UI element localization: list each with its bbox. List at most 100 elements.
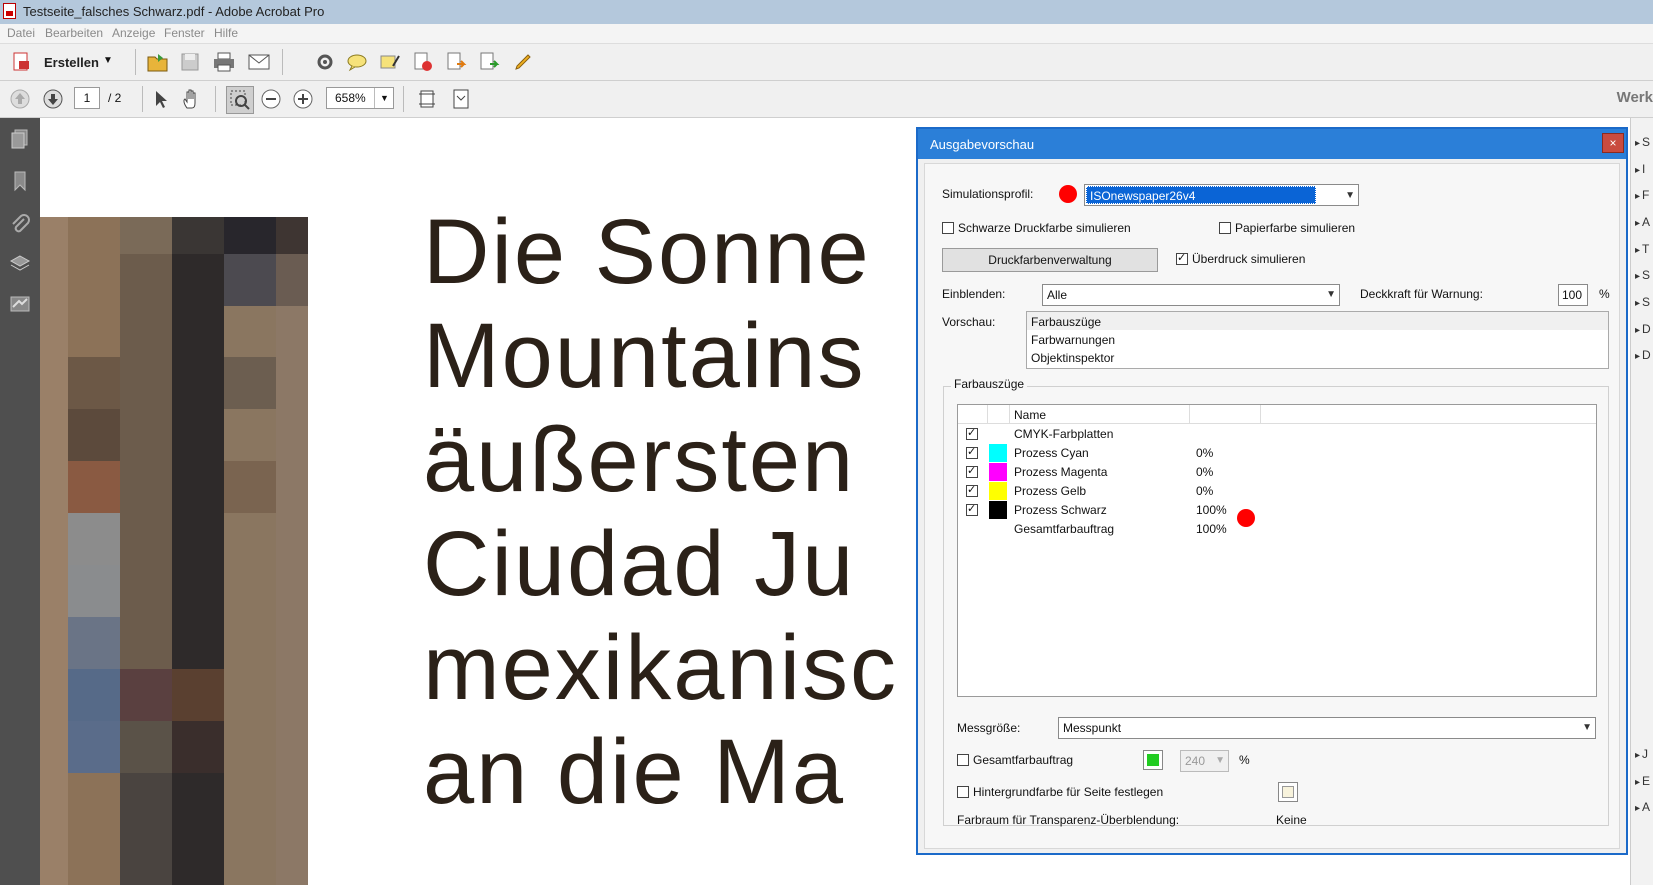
total-coverage-label: Gesamtfarbauftrag	[973, 753, 1074, 767]
pencil-icon[interactable]	[511, 50, 535, 74]
separation-checkbox[interactable]	[966, 426, 978, 440]
menu-datei[interactable]: Datei	[7, 26, 35, 40]
separation-checkbox[interactable]	[966, 464, 978, 478]
tools-pane-item[interactable]: I	[1635, 162, 1645, 176]
chevron-down-icon[interactable]: ▼	[1345, 186, 1355, 206]
coverage-color-picker[interactable]	[1143, 750, 1163, 770]
tools-pane-item[interactable]: J	[1635, 747, 1648, 761]
ink-manager-button[interactable]: Druckfarbenverwaltung	[942, 248, 1158, 272]
show-label: Einblenden:	[942, 287, 1006, 301]
save-icon[interactable]	[178, 50, 202, 74]
toolbar-divider	[215, 86, 216, 112]
column-name[interactable]: Name	[1014, 408, 1046, 422]
show-select[interactable]: Alle ▼	[1042, 284, 1340, 306]
table-header: Name	[958, 405, 1596, 424]
print-icon[interactable]	[212, 50, 236, 74]
dialog-body: Simulationsprofil: ISOnewspaper26v4 ▼ Sc…	[924, 163, 1620, 849]
sample-size-select[interactable]: Messpunkt ▼	[1058, 717, 1596, 739]
tools-pane-item[interactable]: D	[1635, 348, 1651, 362]
tools-pane-item[interactable]: S	[1635, 268, 1650, 282]
fit-width-icon[interactable]	[449, 87, 473, 111]
total-coverage-select[interactable]: 240 ▼	[1180, 750, 1229, 772]
layers-icon[interactable]	[9, 253, 31, 275]
tools-pane-item[interactable]: F	[1635, 188, 1649, 202]
separation-name: Gesamtfarbauftrag	[1014, 522, 1115, 536]
preview-option-object-inspector[interactable]: Objektinspektor	[1031, 351, 1114, 365]
background-color-picker[interactable]	[1278, 782, 1298, 802]
tools-pane-item[interactable]: T	[1635, 242, 1649, 256]
preview-listbox[interactable]: Farbauszüge Farbwarnungen Objektinspekto…	[1026, 311, 1609, 369]
tools-pane-item[interactable]: S	[1635, 295, 1650, 309]
simulation-profile-select[interactable]: ISOnewspaper26v4 ▼	[1084, 184, 1359, 206]
attachment-icon[interactable]	[9, 213, 31, 235]
simulate-paper-color-checkbox[interactable]	[1219, 222, 1231, 234]
tools-pane-item[interactable]: A	[1635, 800, 1650, 814]
select-cursor-icon[interactable]	[149, 87, 173, 111]
simulate-overprint-label: Überdruck simulieren	[1192, 252, 1306, 266]
menu-hilfe[interactable]: Hilfe	[214, 26, 238, 40]
mail-icon[interactable]	[247, 50, 271, 74]
comment-icon[interactable]	[345, 50, 369, 74]
simulate-black-ink-checkbox[interactable]	[942, 222, 954, 234]
tools-pane-label[interactable]: Werk	[1617, 89, 1653, 106]
gear-icon[interactable]	[313, 50, 337, 74]
separation-name: Prozess Schwarz	[1014, 503, 1107, 517]
total-coverage-checkbox[interactable]	[957, 754, 969, 766]
menu-anzeige[interactable]: Anzeige	[112, 26, 155, 40]
blend-space-value: Keine	[1276, 813, 1307, 827]
menu-bearbeiten[interactable]: Bearbeiten	[45, 26, 103, 40]
preview-option-separations[interactable]: Farbauszüge	[1031, 315, 1101, 329]
chevron-down-icon[interactable]: ▼	[1582, 718, 1592, 738]
zoom-in-icon[interactable]	[291, 87, 315, 111]
window-title: Testseite_falsches Schwarz.pdf - Adobe A…	[23, 4, 325, 19]
dialog-title-bar[interactable]: Ausgabevorschau ×	[918, 129, 1626, 159]
chevron-down-icon[interactable]: ▼	[1326, 285, 1336, 305]
tools-pane-item[interactable]: E	[1635, 774, 1650, 788]
document-text-line: mexikanisc	[423, 617, 899, 719]
blend-space-label: Farbraum für Transparenz-Überblendung:	[957, 813, 1180, 827]
chevron-down-icon[interactable]: ▼	[1215, 751, 1225, 771]
page-background-label: Hintergrundfarbe für Seite festlegen	[973, 785, 1164, 799]
zoom-level-select[interactable]: 658% ▼	[326, 87, 394, 109]
acrobat-pdf-icon	[3, 3, 16, 19]
pages-thumbnail-icon[interactable]	[9, 128, 31, 150]
separation-checkbox[interactable]	[966, 502, 978, 516]
document-text-line: Ciudad Ju	[423, 513, 856, 615]
insert-page-icon[interactable]	[477, 50, 501, 74]
separations-group-label: Farbauszüge	[951, 377, 1028, 391]
separation-checkbox[interactable]	[966, 445, 978, 459]
delete-page-icon[interactable]	[411, 50, 435, 74]
tools-pane-item[interactable]: A	[1635, 215, 1650, 229]
page-background-checkbox[interactable]	[957, 786, 969, 798]
previous-page-icon[interactable]	[8, 87, 32, 111]
marquee-zoom-icon[interactable]	[226, 86, 254, 114]
simulate-overprint-checkbox[interactable]	[1176, 251, 1188, 265]
separation-name: Prozess Gelb	[1014, 484, 1087, 498]
preview-option-color-warnings[interactable]: Farbwarnungen	[1031, 333, 1115, 347]
separation-value: 100%	[1196, 503, 1227, 517]
separation-checkbox[interactable]	[966, 483, 978, 497]
close-icon[interactable]: ×	[1602, 133, 1624, 153]
show-value: Alle	[1047, 288, 1068, 302]
open-folder-icon[interactable]	[146, 50, 170, 74]
warning-opacity-input[interactable]: 100	[1558, 284, 1588, 306]
next-page-icon[interactable]	[41, 87, 65, 111]
tools-pane-item[interactable]: S	[1635, 135, 1650, 149]
document-text-line: äußersten	[423, 409, 856, 511]
export-page-icon[interactable]	[444, 50, 468, 74]
red-marker	[1059, 185, 1077, 203]
chevron-down-icon[interactable]: ▼	[103, 55, 113, 66]
fit-page-icon[interactable]	[415, 87, 439, 111]
page-number-input[interactable]: 1	[74, 87, 100, 109]
zoom-out-icon[interactable]	[259, 87, 283, 111]
chevron-down-icon[interactable]: ▼	[374, 88, 393, 108]
highlight-text-icon[interactable]	[378, 50, 402, 74]
tools-pane-item[interactable]: D	[1635, 322, 1651, 336]
separation-value: 100%	[1196, 522, 1227, 536]
hand-tool-icon[interactable]	[180, 87, 204, 111]
menu-fenster[interactable]: Fenster	[164, 26, 205, 40]
magenta-swatch	[989, 463, 1007, 481]
create-button[interactable]: Erstellen	[44, 55, 99, 70]
bookmark-icon[interactable]	[9, 170, 31, 192]
signature-icon[interactable]	[9, 293, 31, 315]
